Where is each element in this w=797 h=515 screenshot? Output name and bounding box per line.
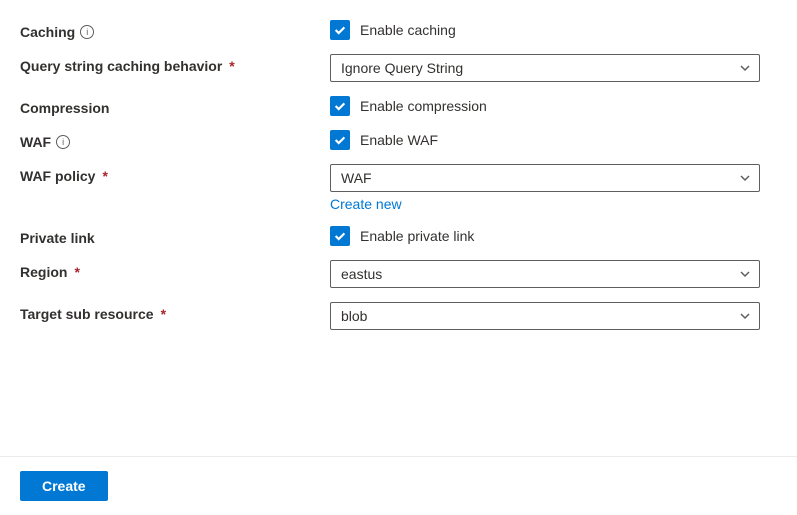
- checkbox-enable-compression[interactable]: Enable compression: [330, 96, 760, 116]
- footer: Create: [0, 456, 797, 515]
- label-compression: Compression: [20, 96, 330, 116]
- row-waf: WAF i Enable WAF: [20, 130, 777, 150]
- create-button[interactable]: Create: [20, 471, 108, 501]
- label-query-string-caching: Query string caching behavior *: [20, 54, 330, 74]
- checkbox-label: Enable private link: [360, 228, 474, 244]
- checkbox-box[interactable]: [330, 20, 350, 40]
- row-target-sub-resource: Target sub resource * blob: [20, 302, 777, 330]
- chevron-down-icon: [739, 268, 751, 280]
- select-region[interactable]: eastus: [330, 260, 760, 288]
- label-text: Compression: [20, 100, 109, 116]
- label-caching: Caching i: [20, 20, 330, 40]
- label-region: Region *: [20, 260, 330, 280]
- info-icon[interactable]: i: [56, 135, 70, 149]
- select-waf-policy[interactable]: WAF: [330, 164, 760, 192]
- required-asterisk: *: [229, 58, 234, 74]
- label-text: Region: [20, 264, 67, 280]
- label-text: WAF: [20, 134, 51, 150]
- label-text: WAF policy: [20, 168, 95, 184]
- required-asterisk: *: [102, 168, 107, 184]
- checkbox-box[interactable]: [330, 96, 350, 116]
- row-waf-policy: WAF policy * WAF Create new: [20, 164, 777, 212]
- info-icon[interactable]: i: [80, 25, 94, 39]
- select-value: eastus: [341, 266, 382, 282]
- label-waf: WAF i: [20, 130, 330, 150]
- checkbox-label: Enable compression: [360, 98, 487, 114]
- label-waf-policy: WAF policy *: [20, 164, 330, 184]
- checkbox-box[interactable]: [330, 226, 350, 246]
- row-query-string-caching: Query string caching behavior * Ignore Q…: [20, 54, 777, 82]
- select-query-string-caching[interactable]: Ignore Query String: [330, 54, 760, 82]
- checkbox-box[interactable]: [330, 130, 350, 150]
- label-text: Private link: [20, 230, 95, 246]
- row-region: Region * eastus: [20, 260, 777, 288]
- checkbox-enable-waf[interactable]: Enable WAF: [330, 130, 760, 150]
- checkbox-enable-private-link[interactable]: Enable private link: [330, 226, 760, 246]
- label-caching-text: Caching: [20, 24, 75, 40]
- row-compression: Compression Enable compression: [20, 96, 777, 116]
- label-text: Target sub resource: [20, 306, 154, 322]
- required-asterisk: *: [74, 264, 79, 280]
- link-create-new-waf-policy[interactable]: Create new: [330, 196, 760, 212]
- checkbox-enable-caching[interactable]: Enable caching: [330, 20, 760, 40]
- label-target-sub-resource: Target sub resource *: [20, 302, 330, 322]
- select-value: WAF: [341, 170, 372, 186]
- label-private-link: Private link: [20, 226, 330, 246]
- checkbox-label: Enable WAF: [360, 132, 438, 148]
- required-asterisk: *: [161, 306, 166, 322]
- chevron-down-icon: [739, 62, 751, 74]
- row-caching: Caching i Enable caching: [20, 20, 777, 40]
- checkbox-label: Enable caching: [360, 22, 456, 38]
- chevron-down-icon: [739, 310, 751, 322]
- chevron-down-icon: [739, 172, 751, 184]
- label-text: Query string caching behavior: [20, 58, 222, 74]
- row-private-link: Private link Enable private link: [20, 226, 777, 246]
- select-value: blob: [341, 308, 367, 324]
- select-value: Ignore Query String: [341, 60, 463, 76]
- select-target-sub-resource[interactable]: blob: [330, 302, 760, 330]
